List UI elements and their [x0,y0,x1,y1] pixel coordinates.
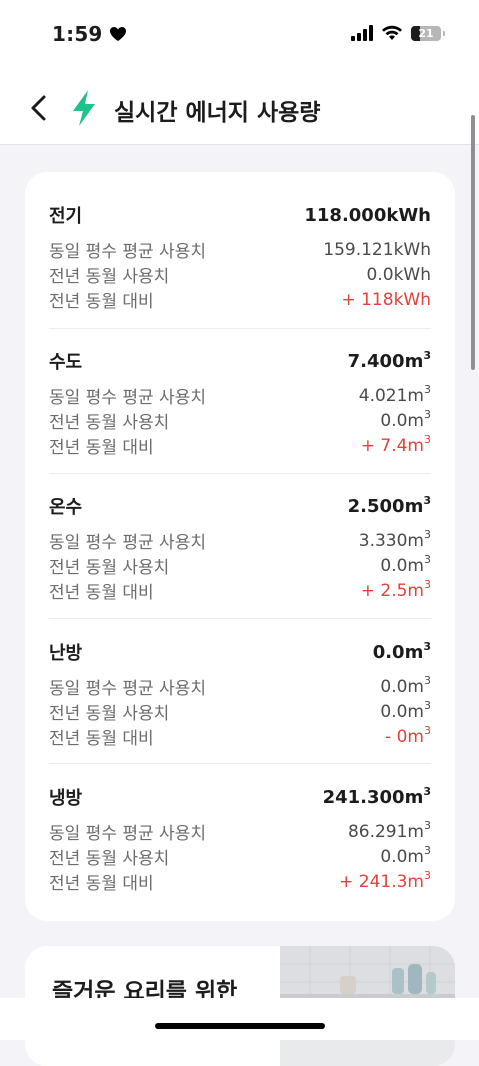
section-total: 7.400m3 [347,348,431,372]
section-header: 수도 7.400m3 [49,348,431,374]
row-value: + 7.4m3 [360,432,431,456]
row-compare: 전년 동월 대비 - 0m3 [49,723,431,750]
section-total: 2.500m3 [347,493,431,517]
row-label: 동일 평수 평균 사용치 [49,242,206,262]
row-value: + 241.3m3 [339,868,431,892]
row-compare: 전년 동월 대비 + 241.3m3 [49,868,431,895]
row-compare: 전년 동월 대비 + 118kWh [49,287,431,313]
status-time-text: 1:59 [52,22,103,46]
row-label: 전년 동월 대비 [49,583,154,603]
row-avg: 동일 평수 평균 사용치 86.291m3 [49,818,431,845]
row-value: 0.0m3 [380,407,431,431]
row-label: 전년 동월 대비 [49,438,154,458]
wifi-icon [382,25,402,40]
divider [49,618,431,619]
row-label: 전년 동월 사용치 [49,267,170,287]
row-value: 0.0kWh [366,264,431,285]
row-compare: 전년 동월 대비 + 2.5m3 [49,577,431,604]
row-label: 전년 동월 대비 [49,729,154,749]
divider [49,763,431,764]
row-label: 전년 동월 사용치 [49,704,170,724]
row-label: 동일 평수 평균 사용치 [49,388,206,408]
scrollbar[interactable] [471,115,475,370]
section-name: 전기 [49,206,83,227]
row-label: 전년 동월 사용치 [49,849,170,869]
row-value: 4.021m3 [358,382,431,406]
row-compare: 전년 동월 대비 + 7.4m3 [49,432,431,459]
row-value: + 118kWh [341,289,431,310]
row-last-year: 전년 동월 사용치 0.0m3 [49,552,431,579]
divider [49,473,431,474]
section-name: 난방 [49,643,83,664]
row-label: 전년 동월 대비 [49,292,154,312]
row-value: 0.0m3 [380,673,431,697]
divider [49,328,431,329]
row-value: 159.121kWh [323,239,431,260]
row-value: - 0m3 [385,723,431,747]
row-avg: 동일 평수 평균 사용치 4.021m3 [49,382,431,409]
heart-icon [109,27,126,41]
row-avg: 동일 평수 평균 사용치 3.330m3 [49,527,431,554]
row-last-year: 전년 동월 사용치 0.0m3 [49,407,431,434]
row-label: 전년 동월 사용치 [49,413,170,433]
row-value: 3.330m3 [358,527,431,551]
section-header: 온수 2.500m3 [49,493,431,519]
section-header: 냉방 241.300m3 [49,784,431,810]
row-label: 전년 동월 대비 [49,874,154,894]
nav-bar: 실시간 에너지 사용량 [0,72,479,145]
row-value: 0.0m3 [380,843,431,867]
home-indicator[interactable] [155,1023,325,1029]
row-last-year: 전년 동월 사용치 0.0m3 [49,843,431,870]
row-last-year: 전년 동월 사용치 0.0m3 [49,698,431,725]
battery-level: 21 [418,26,434,40]
section-header: 전기 118.000kWh [49,202,431,228]
row-avg: 동일 평수 평균 사용치 159.121kWh [49,237,431,263]
section-total: 118.000kWh [304,204,431,226]
row-value: + 2.5m3 [360,577,431,601]
row-label: 동일 평수 평균 사용치 [49,824,206,844]
section-header: 난방 0.0m3 [49,639,431,665]
status-time: 1:59 [52,22,127,46]
back-chevron-icon[interactable] [26,92,54,124]
signal-icon [351,25,373,41]
row-last-year: 전년 동월 사용치 0.0kWh [49,262,431,288]
status-bar: 1:59 21 [0,0,479,72]
section-name: 수도 [49,352,83,373]
row-label: 전년 동월 사용치 [49,558,170,578]
home-bar-area [0,998,479,1040]
energy-usage-card: 전기 118.000kWh 동일 평수 평균 사용치 159.121kWh 전년… [25,172,455,921]
section-total: 241.300m3 [322,784,431,808]
row-value: 0.0m3 [380,552,431,576]
row-avg: 동일 평수 평균 사용치 0.0m3 [49,673,431,700]
section-total: 0.0m3 [372,639,431,663]
row-value: 86.291m3 [347,818,431,842]
battery-icon: 21 [411,25,445,41]
row-label: 동일 평수 평균 사용치 [49,533,206,553]
row-label: 동일 평수 평균 사용치 [49,679,206,699]
section-name: 온수 [49,497,83,518]
row-value: 0.0m3 [380,698,431,722]
status-indicators: 21 [351,25,445,41]
lightning-bolt-icon [73,90,95,126]
page-title: 실시간 에너지 사용량 [114,100,321,126]
section-name: 냉방 [49,788,83,809]
